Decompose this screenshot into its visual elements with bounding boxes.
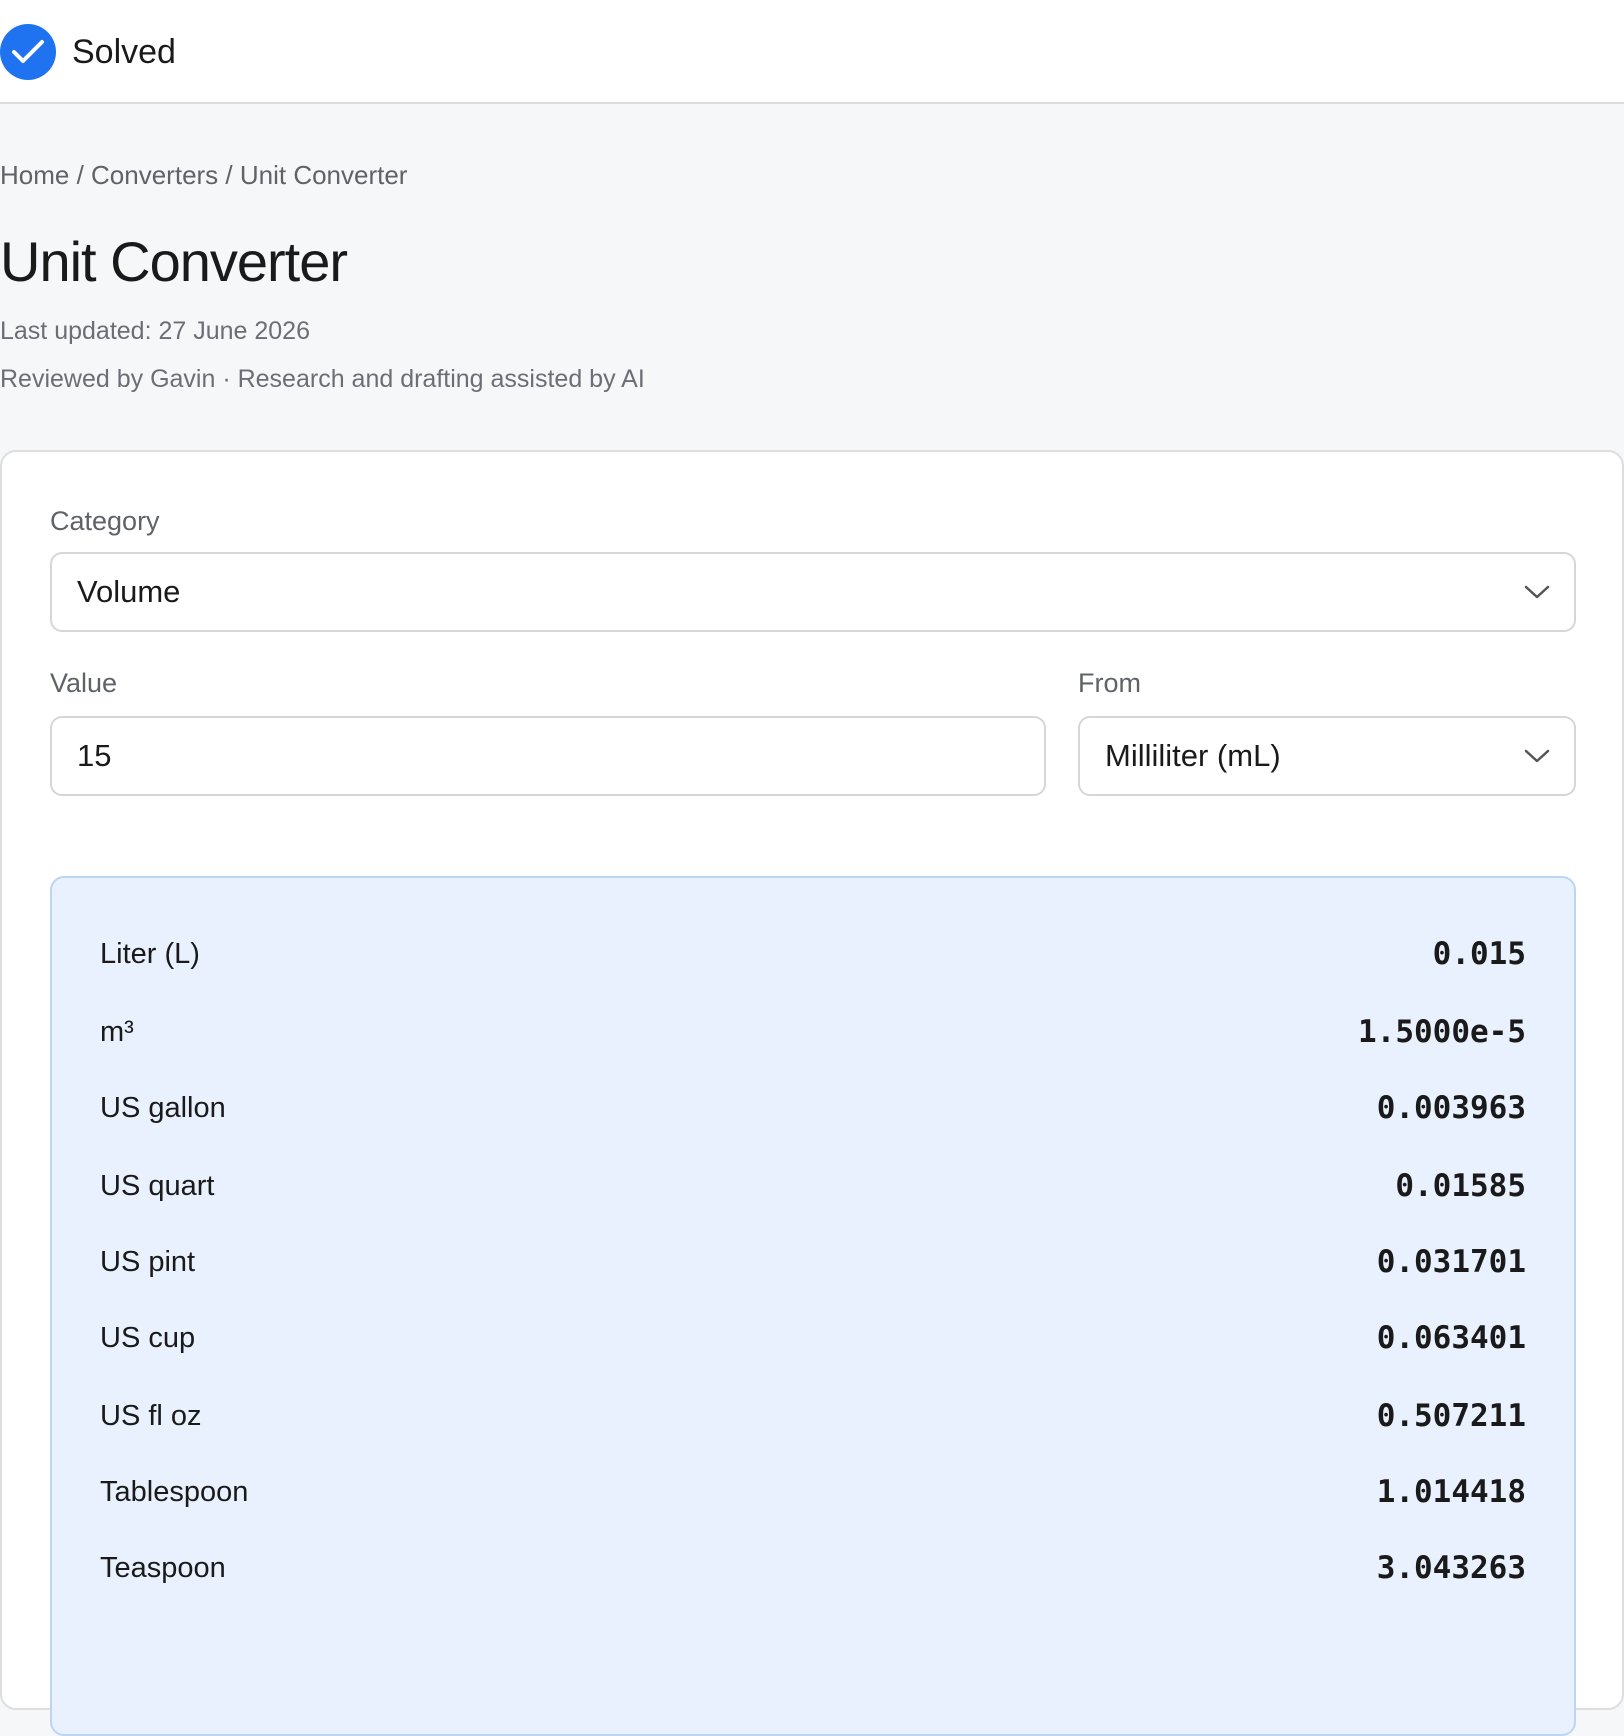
checkmark-circle-icon [0, 24, 56, 80]
value-input[interactable]: 15 [50, 716, 1046, 796]
converter-card: Category Volume Value 15 From Milliliter… [0, 450, 1624, 1736]
category-select-value: Volume [77, 574, 181, 609]
result-unit: US cup [100, 1322, 196, 1354]
result-unit: Tablespoon [100, 1476, 249, 1508]
result-row: Tablespoon 1.014418 [100, 1472, 1526, 1512]
chevron-down-icon [1522, 582, 1552, 602]
result-unit: Liter (L) [100, 938, 200, 970]
category-label: Category [50, 506, 160, 536]
result-value: 0.507211 [1376, 1398, 1526, 1434]
result-unit: US gallon [100, 1092, 226, 1124]
result-row: Liter (L) 0.015 [100, 934, 1526, 974]
page-title: Unit Converter [0, 230, 348, 293]
value-input-text: 15 [77, 738, 112, 773]
result-row: US fl oz 0.507211 [100, 1396, 1526, 1436]
result-value: 1.014418 [1376, 1474, 1526, 1510]
result-row: US cup 0.063401 [100, 1318, 1526, 1358]
value-label: Value [50, 668, 118, 698]
chevron-down-icon [1522, 746, 1552, 766]
result-value: 0.01585 [1395, 1168, 1526, 1204]
result-unit: US pint [100, 1246, 196, 1278]
result-value: 0.015 [1432, 936, 1526, 972]
reviewed-by-text: Reviewed by Gavin · Research and draftin… [0, 365, 645, 393]
from-unit-select[interactable]: Milliliter (mL) [1078, 716, 1576, 796]
result-unit: US fl oz [100, 1400, 202, 1432]
results-panel: Liter (L) 0.015 m³ 1.5000e-5 US gallon 0… [50, 876, 1576, 1736]
category-select[interactable]: Volume [50, 552, 1576, 632]
result-value: 0.003963 [1376, 1090, 1526, 1126]
from-label: From [1078, 668, 1141, 698]
status-label: Solved [72, 33, 176, 71]
status-bar: Solved [0, 0, 1624, 104]
result-row: US pint 0.031701 [100, 1242, 1526, 1282]
result-row: US gallon 0.003963 [100, 1088, 1526, 1128]
result-unit: m³ [100, 1016, 134, 1048]
from-unit-select-value: Milliliter (mL) [1105, 738, 1281, 773]
result-unit: US quart [100, 1170, 215, 1202]
result-row: US quart 0.01585 [100, 1166, 1526, 1206]
result-value: 1.5000e-5 [1358, 1014, 1526, 1050]
breadcrumb[interactable]: Home / Converters / Unit Converter [0, 158, 407, 192]
result-value: 0.031701 [1376, 1244, 1526, 1280]
result-row: m³ 1.5000e-5 [100, 1012, 1526, 1052]
result-unit: Teaspoon [100, 1552, 226, 1584]
result-value: 3.043263 [1376, 1550, 1526, 1586]
result-value: 0.063401 [1376, 1320, 1526, 1356]
result-row: Teaspoon 3.043263 [100, 1548, 1526, 1588]
last-updated-text: Last updated: 27 June 2026 [0, 317, 310, 345]
